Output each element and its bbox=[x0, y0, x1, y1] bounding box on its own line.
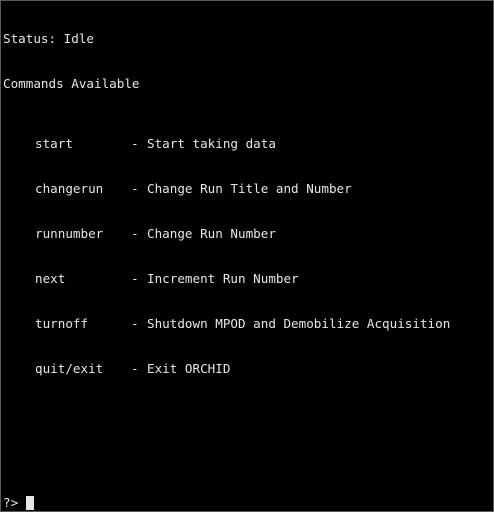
command-row-turnoff: turnoff - Shutdown MPOD and Demobilize A… bbox=[3, 316, 450, 331]
terminal-window[interactable]: Status: Idle Commands Available start - … bbox=[0, 0, 494, 512]
command-description: Change Run Number bbox=[147, 226, 276, 241]
command-row-runnumber: runnumber - Change Run Number bbox=[3, 226, 450, 241]
command-description: Start taking data bbox=[147, 136, 276, 151]
command-separator: - bbox=[131, 181, 139, 196]
command-separator: - bbox=[131, 226, 139, 241]
commands-heading: Commands Available bbox=[3, 76, 140, 91]
command-name: runnumber bbox=[35, 226, 104, 241]
command-prompt[interactable]: ?> bbox=[3, 495, 34, 510]
block-cursor bbox=[25, 495, 34, 510]
command-description: Exit ORCHID bbox=[147, 361, 231, 376]
command-separator: - bbox=[131, 316, 139, 331]
command-row-next: next - Increment Run Number bbox=[3, 271, 450, 286]
command-separator: - bbox=[131, 361, 139, 376]
command-row-start: start - Start taking data bbox=[3, 136, 450, 151]
status-line: Status: Idle bbox=[3, 31, 94, 46]
command-description: Change Run Title and Number bbox=[147, 181, 352, 196]
command-description: Shutdown MPOD and Demobilize Acquisition bbox=[147, 316, 451, 331]
command-separator: - bbox=[131, 271, 139, 286]
command-name: turnoff bbox=[35, 316, 89, 331]
prompt-symbol: ?> bbox=[3, 495, 26, 510]
command-name: changerun bbox=[35, 181, 104, 196]
command-row-changerun: changerun - Change Run Title and Number bbox=[3, 181, 450, 196]
command-name: quit/exit bbox=[35, 361, 104, 376]
command-row-quit-exit: quit/exit - Exit ORCHID bbox=[3, 361, 450, 376]
command-description: Increment Run Number bbox=[147, 271, 299, 286]
command-name: next bbox=[35, 271, 66, 286]
terminal-output: Status: Idle Commands Available start - … bbox=[3, 1, 450, 406]
command-separator: - bbox=[131, 136, 139, 151]
command-name: start bbox=[35, 136, 73, 151]
